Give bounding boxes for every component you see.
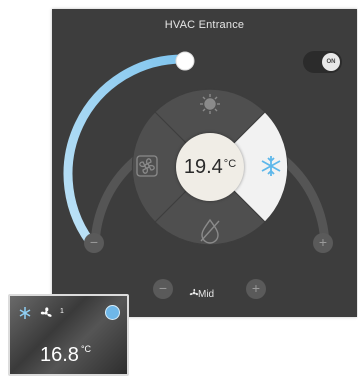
hvac-panel: HVAC Entrance ON 19.4 °C − + − Mid +	[52, 9, 357, 317]
setpoint-unit: °C	[223, 158, 237, 170]
fan-speed-label: Mid	[198, 289, 215, 300]
thumbnail-temperature-unit: °C	[80, 344, 92, 354]
fan-speed-decrease-button[interactable]: −	[153, 279, 173, 299]
fan-speed-increase-button[interactable]: +	[246, 279, 266, 299]
snowflake-icon	[19, 307, 31, 319]
setpoint-display: 19.4 °C	[176, 133, 244, 201]
setpoint-handle[interactable]	[175, 51, 195, 71]
decrease-temp-button[interactable]: −	[84, 233, 104, 253]
setpoint-value: 19.4	[183, 155, 223, 178]
fan-icon	[40, 307, 52, 317]
thumbnail-temperature: 16.8 °C	[40, 344, 91, 367]
fan-count: 1	[60, 308, 64, 315]
increase-temp-button[interactable]: +	[313, 233, 333, 253]
sun-icon	[200, 94, 220, 114]
status-indicator	[105, 305, 120, 320]
thumbnail-temperature-value: 16.8	[40, 344, 79, 366]
room-thumbnail-card[interactable]: 1 16.8 °C	[8, 294, 129, 376]
